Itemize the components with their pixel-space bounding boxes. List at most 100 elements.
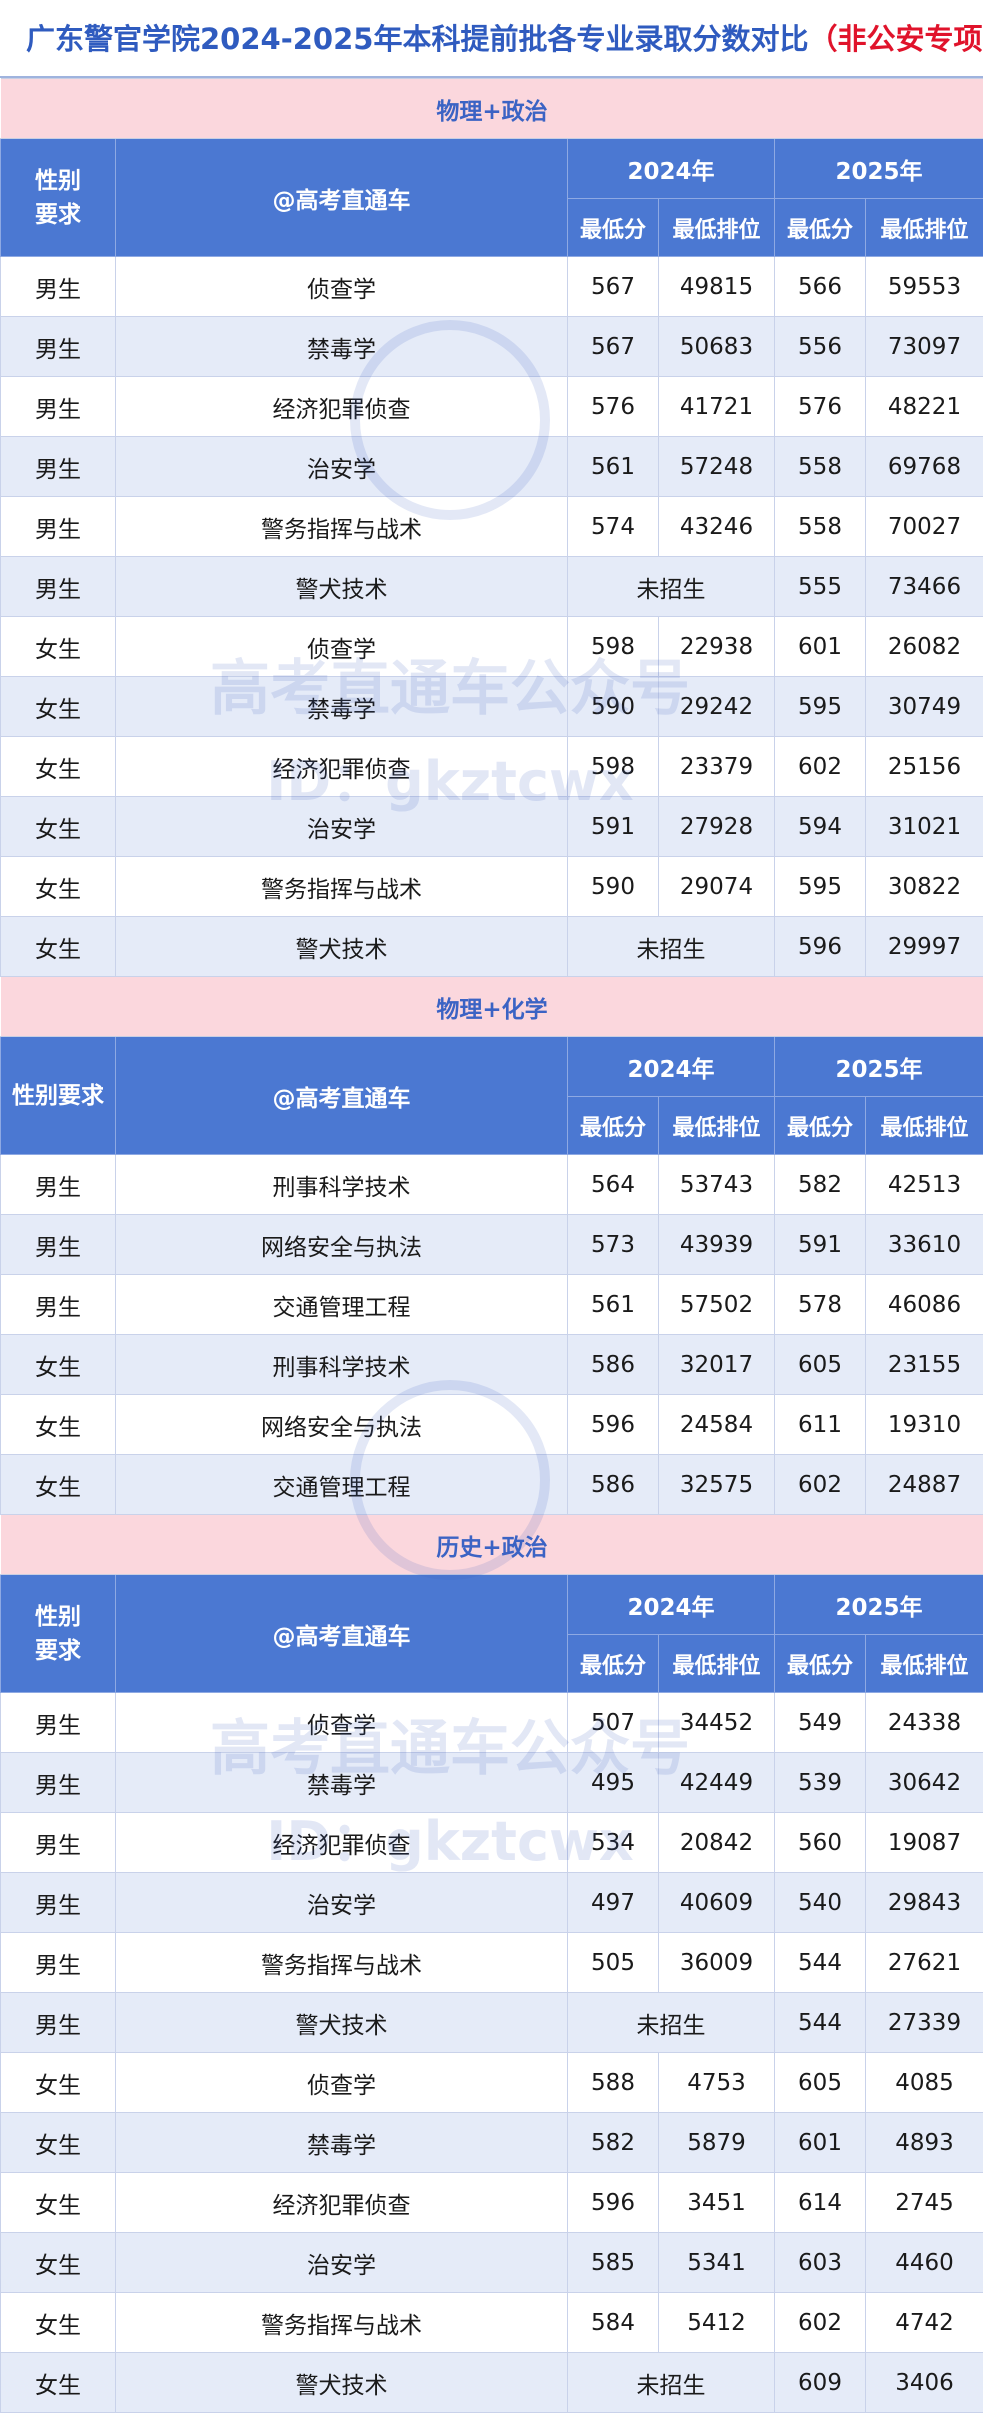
cell-2025-min-score: 558 [774, 496, 866, 557]
cell-2024-min-rank: 41721 [658, 376, 775, 437]
cell-major: 警务指挥与战术 [115, 496, 568, 557]
table-header-row: 性别要求 @高考直通车 2024年 2025年 [0, 1036, 983, 1155]
cell-2024-min-rank: 4753 [658, 2052, 775, 2113]
header-major: @高考直通车 [115, 1574, 568, 1693]
cell-2025-min-score: 602 [774, 736, 866, 797]
cell-2025-min-score: 591 [774, 1214, 866, 1275]
cell-2025-min-rank: 26082 [865, 616, 983, 677]
cell-2024-min-rank: 29074 [658, 856, 775, 917]
table-header-row: 性别要求 @高考直通车 2024年 2025年 [0, 138, 983, 257]
cell-2025-min-score: 555 [774, 556, 866, 617]
cell-not-enrolled: 未招生 [567, 556, 775, 617]
cell-2024-min-score: 534 [567, 1812, 659, 1873]
cell-2025-min-rank: 73466 [865, 556, 983, 617]
cell-gender: 男生 [0, 1872, 116, 1933]
cell-gender: 男生 [0, 436, 116, 497]
section-title: 历史+政治 [0, 1514, 983, 1575]
cell-2024-min-score: 561 [567, 436, 659, 497]
cell-gender: 女生 [0, 2052, 116, 2113]
cell-2025-min-rank: 70027 [865, 496, 983, 557]
header-min-score: 最低分 [774, 1634, 866, 1693]
header-year-2024: 2024年 [567, 1574, 775, 1635]
header-major: @高考直通车 [115, 138, 568, 257]
cell-2024-min-score: 586 [567, 1454, 659, 1515]
cell-2024-min-score: 574 [567, 496, 659, 557]
header-year-2024: 2024年 [567, 138, 775, 199]
cell-2024-min-rank: 20842 [658, 1812, 775, 1873]
cell-2025-min-score: 566 [774, 256, 866, 317]
cell-gender: 女生 [0, 2352, 116, 2413]
cell-2025-min-rank: 46086 [865, 1274, 983, 1335]
cell-2024-min-rank: 5412 [658, 2292, 775, 2353]
table-row: 男生 网络安全与执法 573 43939 591 33610 [0, 1214, 983, 1275]
table-row: 女生 禁毒学 590 29242 595 30749 [0, 676, 983, 737]
section-title: 物理+化学 [0, 976, 983, 1037]
cell-gender: 男生 [0, 496, 116, 557]
cell-2024-min-rank: 40609 [658, 1872, 775, 1933]
cell-2024-min-score: 561 [567, 1274, 659, 1335]
cell-gender: 女生 [0, 1454, 116, 1515]
cell-not-enrolled: 未招生 [567, 916, 775, 977]
cell-2024-min-rank: 49815 [658, 256, 775, 317]
cell-2024-min-score: 584 [567, 2292, 659, 2353]
cell-2024-min-rank: 43246 [658, 496, 775, 557]
cell-2025-min-score: 544 [774, 1992, 866, 2053]
cell-2025-min-score: 611 [774, 1394, 866, 1455]
table-row: 男生 禁毒学 567 50683 556 73097 [0, 316, 983, 377]
cell-gender: 女生 [0, 616, 116, 677]
cell-major: 侦查学 [115, 1692, 568, 1753]
cell-2024-min-score: 590 [567, 856, 659, 917]
table-row: 男生 交通管理工程 561 57502 578 46086 [0, 1274, 983, 1335]
cell-2024-min-score: 505 [567, 1932, 659, 1993]
cell-2025-min-score: 601 [774, 2112, 866, 2173]
table-row: 女生 禁毒学 582 5879 601 4893 [0, 2112, 983, 2173]
cell-2024-min-rank: 5341 [658, 2232, 775, 2293]
cell-2025-min-score: 540 [774, 1872, 866, 1933]
cell-gender: 女生 [0, 676, 116, 737]
cell-2024-min-rank: 42449 [658, 1752, 775, 1813]
table-row: 女生 警务指挥与战术 584 5412 602 4742 [0, 2292, 983, 2353]
table-row: 女生 侦查学 588 4753 605 4085 [0, 2052, 983, 2113]
cell-major: 治安学 [115, 796, 568, 857]
cell-2024-min-score: 596 [567, 2172, 659, 2233]
cell-major: 经济犯罪侦查 [115, 376, 568, 437]
cell-2025-min-rank: 23155 [865, 1334, 983, 1395]
cell-not-enrolled: 未招生 [567, 2352, 775, 2413]
table-row: 男生 侦查学 507 34452 549 24338 [0, 1692, 983, 1753]
table-row: 女生 警务指挥与战术 590 29074 595 30822 [0, 856, 983, 917]
cell-gender: 女生 [0, 1334, 116, 1395]
table-row: 男生 警务指挥与战术 574 43246 558 70027 [0, 496, 983, 557]
cell-2025-min-rank: 29843 [865, 1872, 983, 1933]
cell-2024-min-score: 598 [567, 736, 659, 797]
cell-2025-min-rank: 19310 [865, 1394, 983, 1455]
table-row: 男生 警务指挥与战术 505 36009 544 27621 [0, 1932, 983, 1993]
header-min-rank: 最低排位 [865, 1096, 983, 1155]
cell-major: 警犬技术 [115, 916, 568, 977]
header-min-score: 最低分 [567, 1634, 659, 1693]
cell-major: 经济犯罪侦查 [115, 1812, 568, 1873]
header-gender: 性别要求 [0, 138, 116, 257]
cell-major: 禁毒学 [115, 316, 568, 377]
header-year-2024: 2024年 [567, 1036, 775, 1097]
cell-major: 经济犯罪侦查 [115, 736, 568, 797]
cell-2025-min-rank: 30642 [865, 1752, 983, 1813]
cell-2024-min-rank: 27928 [658, 796, 775, 857]
cell-2024-min-score: 567 [567, 256, 659, 317]
header-year-2025: 2025年 [774, 1036, 983, 1097]
cell-gender: 男生 [0, 376, 116, 437]
cell-gender: 男生 [0, 256, 116, 317]
cell-2025-min-rank: 31021 [865, 796, 983, 857]
table-row: 女生 刑事科学技术 586 32017 605 23155 [0, 1334, 983, 1395]
cell-2024-min-score: 497 [567, 1872, 659, 1933]
table-row: 女生 治安学 585 5341 603 4460 [0, 2232, 983, 2293]
cell-2025-min-score: 539 [774, 1752, 866, 1813]
cell-2024-min-score: 564 [567, 1154, 659, 1215]
cell-major: 治安学 [115, 1872, 568, 1933]
cell-gender: 男生 [0, 1812, 116, 1873]
section-header-row: 物理+化学 [0, 976, 983, 1037]
cell-gender: 女生 [0, 2112, 116, 2173]
header-min-rank: 最低排位 [865, 1634, 983, 1693]
cell-2025-min-score: 549 [774, 1692, 866, 1753]
cell-2025-min-score: 601 [774, 616, 866, 677]
cell-2024-min-score: 576 [567, 376, 659, 437]
